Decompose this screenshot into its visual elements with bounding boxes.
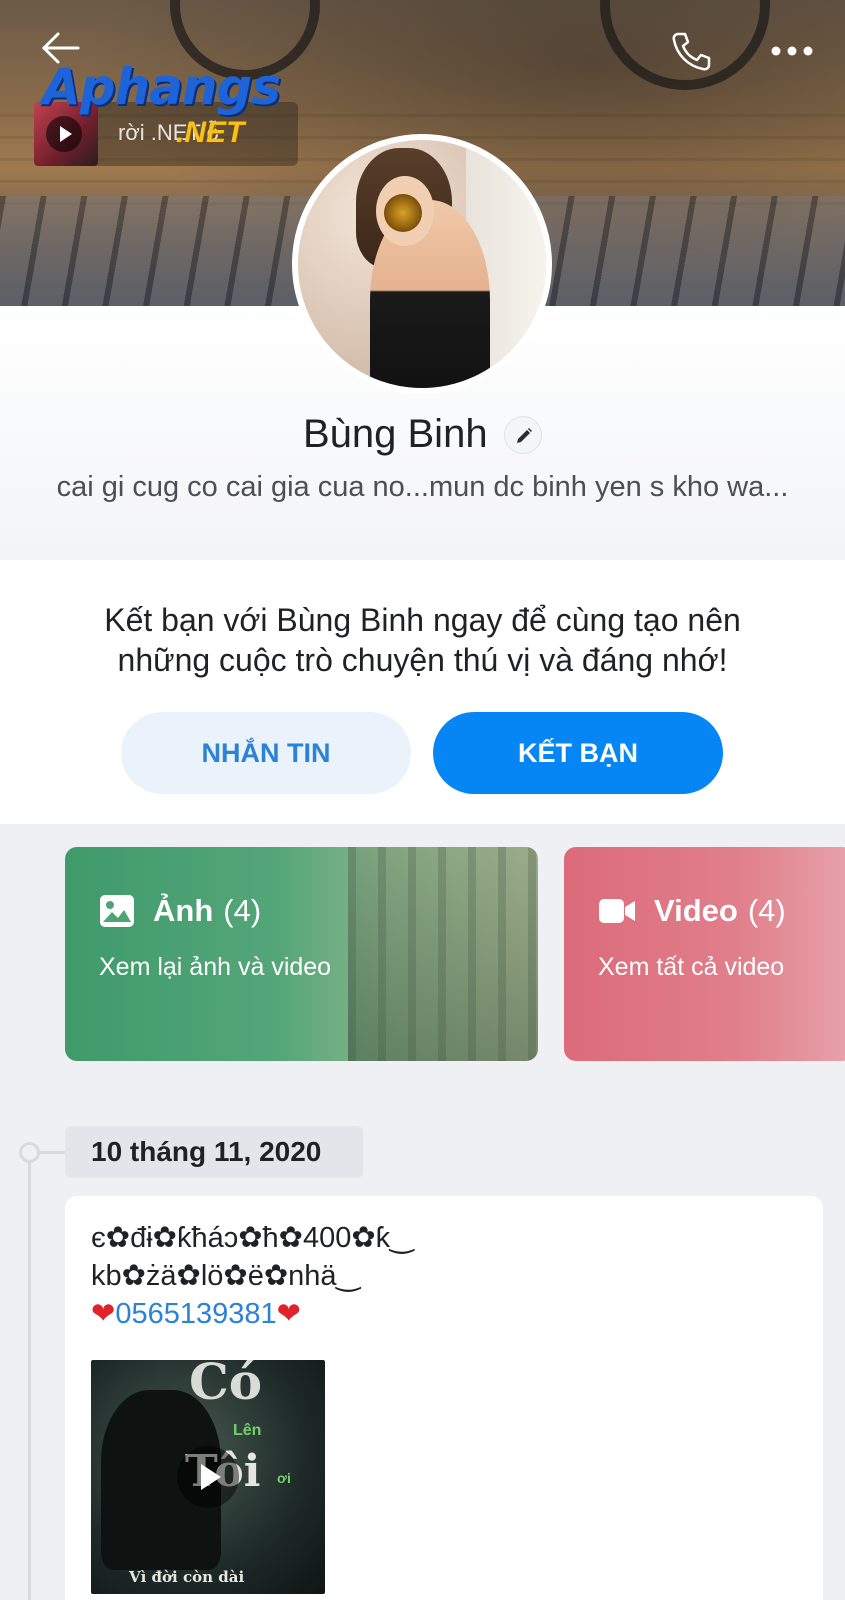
post-text-line-1: є✿đɨ✿ƙħáɔ✿ħ✿400✿ƙ‿	[91, 1222, 414, 1254]
avatar-face-sticker	[384, 194, 422, 232]
media-section: Ảnh (4) Xem lại ảnh và video Video (4) X…	[0, 824, 845, 1080]
timeline-post[interactable]: є✿đɨ✿ƙħáɔ✿ħ✿400✿ƙ‿ kb✿żä✿lö✿ë✿nhä‿ ❤0565…	[65, 1196, 823, 1600]
post-video-caption: Vì đời còn dài	[129, 1568, 245, 1586]
timeline-line	[28, 1148, 31, 1600]
videos-card-subtitle: Xem tất cả video	[598, 953, 785, 981]
pencil-icon	[517, 427, 533, 443]
heart-icon: ❤	[91, 1298, 116, 1330]
watermark-main-text: Aphangs	[42, 58, 281, 116]
post-video-thumbnail[interactable]: Có Lên Tôi ơi Vì đời còn dài	[91, 1360, 325, 1594]
post-video-text-oi: ơi	[277, 1470, 291, 1486]
phone-number-link[interactable]: 0565139381	[115, 1298, 276, 1330]
post-text-line-3: ❤0565139381❤	[91, 1296, 301, 1331]
phone-icon[interactable]	[668, 28, 714, 74]
photos-card-background	[348, 847, 538, 1061]
friend-request-section: Kết bạn với Bùng Binh ngay để cùng tạo n…	[0, 560, 845, 824]
video-camera-icon	[599, 899, 635, 923]
friend-request-message: Kết bạn với Bùng Binh ngay để cùng tạo n…	[104, 602, 741, 678]
profile-name: Bùng Binh	[302, 412, 488, 456]
image-icon	[100, 895, 134, 927]
videos-card[interactable]: Video (4) Xem tất cả video	[564, 847, 845, 1061]
post-video-text-len: Lên	[233, 1422, 262, 1439]
profile-bio: cai gi cug co cai gia cua no...mun dc bi…	[56, 471, 789, 503]
heart-icon: ❤	[276, 1298, 301, 1330]
edit-name-button[interactable]	[504, 415, 543, 454]
profile-name-row: Bùng Binh	[0, 412, 845, 457]
add-friend-button[interactable]: KẾT BẠN	[433, 712, 723, 794]
timeline-dot	[19, 1142, 40, 1163]
timeline-connector	[40, 1151, 65, 1154]
photos-card-title: Ảnh (4)	[99, 893, 261, 929]
photos-card-label: Ảnh	[153, 893, 214, 928]
watermark-logo: Aphangs .NET	[40, 58, 300, 149]
timeline-date: 10 tháng 11, 2020	[65, 1126, 363, 1178]
photos-card[interactable]: Ảnh (4) Xem lại ảnh và video	[65, 847, 538, 1061]
avatar[interactable]	[292, 134, 552, 394]
message-button[interactable]: NHẮN TIN	[121, 712, 411, 794]
videos-card-title: Video (4)	[598, 893, 786, 929]
more-options-icon[interactable]	[770, 38, 814, 64]
post-text-line-2: kb✿żä✿lö✿ë✿nhä‿	[91, 1260, 360, 1292]
photos-card-subtitle: Xem lại ảnh và video	[99, 953, 332, 981]
watermark-net-text: .NET	[176, 116, 245, 149]
play-icon[interactable]	[177, 1446, 239, 1508]
photos-card-count: (4)	[223, 893, 262, 928]
videos-card-label: Video	[654, 893, 738, 928]
videos-card-count: (4)	[747, 893, 786, 928]
post-video-text-top: Có	[189, 1360, 263, 1411]
